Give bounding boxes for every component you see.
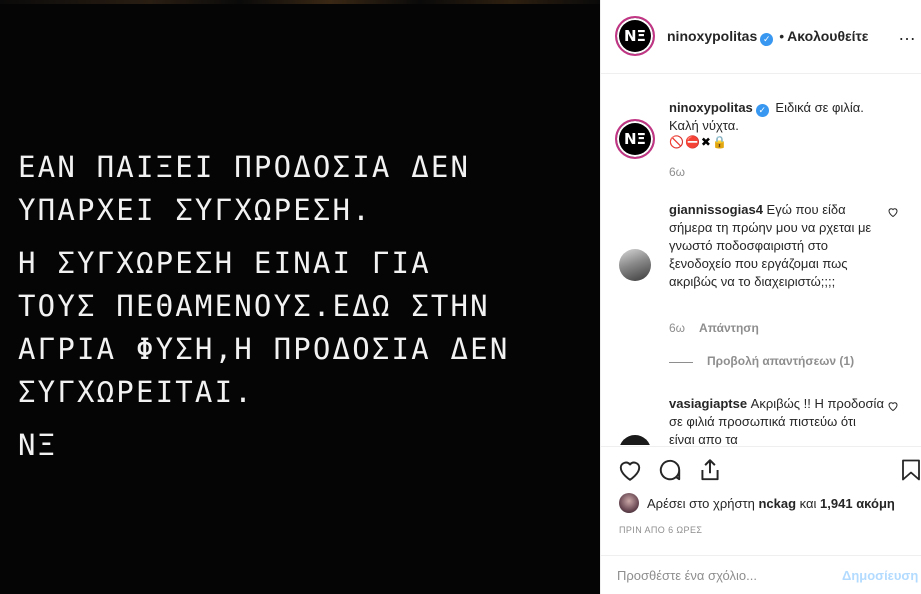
story-signature: ΝΞ (18, 428, 58, 462)
bookmark-icon[interactable] (899, 457, 921, 488)
header-username[interactable]: ninoxypolitas (667, 28, 757, 44)
comment-body: giannissogias4 Εγώ που είδα σήμερα τη πρ… (669, 201, 884, 291)
liker-username[interactable]: nckag (758, 496, 796, 511)
caption: ninoxypolitas ✓ Ειδικά σε φιλία. Καλή νύχ… (669, 99, 889, 135)
likes-text: Αρέσει στο χρήστη nckag και 1,941 ακόμη (647, 496, 895, 511)
reply-button[interactable]: Απάντηση (699, 321, 759, 335)
post-image: ΕΑΝ ΠΑΙΞΕΙ ΠΡΟΔΟΣΙΑ ΔΕΝ ΥΠΑΡΧΕΙ ΣΥΓΧΩΡΕΣ… (0, 0, 600, 594)
post-side-panel: ΝΞ ninoxypolitas ✓ • Ακολουθείτε … ΝΞ ninox… (600, 0, 921, 594)
likes-prefix: Αρέσει στο χρήστη (647, 496, 755, 511)
story-line: ΕΑΝ ΠΑΙΞΕΙ ΠΡΟΔΟΣΙΑ ΔΕΝ (18, 150, 471, 184)
post-timestamp[interactable]: ΠΡΙΝ ΑΠΟ 6 ΩΡΕΣ (619, 525, 702, 535)
header-line: ninoxypolitas ✓ • Ακολουθείτε (667, 28, 868, 46)
comment-input[interactable] (617, 564, 817, 586)
ellipsis-icon[interactable]: … (898, 24, 916, 45)
caption-username[interactable]: ninoxypolitas (669, 100, 753, 115)
comments-area[interactable]: ΝΞ ninoxypolitas ✓ Ειδικά σε φιλία. Καλή … (601, 75, 921, 445)
story-line: ΤΟΥΣ ΠΕΘΑΜΕΝΟΥΣ.ΕΔΩ ΣΤΗΝ (18, 289, 490, 323)
story-line: Η ΣΥΓΧΩΡΕΣΗ ΕΙΝΑΙ ΓΙΑ (18, 246, 431, 280)
comment-username[interactable]: giannissogias4 (669, 202, 763, 217)
heart-icon[interactable] (617, 457, 643, 488)
caption-timestamp[interactable]: 6ω (669, 165, 685, 179)
comment-username[interactable]: vasiagiaptse (669, 396, 747, 411)
separator-dot: • (779, 28, 785, 44)
caption-text-line2: Καλή νύχτα. (669, 118, 739, 133)
post-comment-button[interactable]: Δημοσίευση (842, 568, 918, 583)
comment-like-icon[interactable] (887, 206, 899, 221)
story-line: ΑΓΡΙΑ ΦΥΣΗ,Η ΠΡΟΔΟΣΙΑ ΔΕΝ (18, 332, 510, 366)
share-icon[interactable] (697, 457, 723, 488)
verified-badge-icon: ✓ (760, 33, 774, 46)
post-header: ΝΞ ninoxypolitas ✓ • Ακολουθείτε … (601, 0, 921, 74)
avatar[interactable]: ΝΞ (615, 16, 655, 56)
comment-timestamp[interactable]: 6ω (669, 321, 685, 335)
comment-body: vasiagiaptse Ακριβώς !! Η προδοσία σε φι… (669, 395, 884, 445)
liker-avatar[interactable] (619, 493, 639, 513)
story-text: ΕΑΝ ΠΑΙΞΕΙ ΠΡΟΔΟΣΙΑ ΔΕΝ ΥΠΑΡΧΕΙ ΣΥΓΧΩΡΕΣ… (18, 146, 598, 467)
add-comment-bar: Δημοσίευση (601, 555, 921, 594)
likes-count[interactable]: 1,941 ακόμη (820, 496, 895, 511)
caption-text-line1: Ειδικά σε φιλία. (775, 100, 864, 115)
caption-emojis: 🚫⛔✖🔒 (669, 135, 728, 149)
likes-middle: και (799, 496, 817, 511)
comment-bubble-icon[interactable] (657, 457, 683, 488)
story-line: ΣΥΓΧΩΡΕΙΤΑΙ. (18, 375, 254, 409)
comment-meta: 6ω Απάντηση (669, 321, 759, 335)
view-replies-line (669, 362, 693, 363)
comment-avatar[interactable] (619, 249, 651, 281)
view-replies-button[interactable]: Προβολή απαντήσεων (1) (707, 354, 854, 368)
verified-badge-icon: ✓ (755, 104, 769, 117)
story-gap (18, 232, 598, 242)
following-button[interactable]: Ακολουθείτε (787, 28, 868, 44)
story-gap (18, 414, 598, 424)
comment-avatar[interactable] (619, 435, 651, 445)
comment-like-icon[interactable] (887, 400, 899, 415)
story-line: ΥΠΑΡΧΕΙ ΣΥΓΧΩΡΕΣΗ. (18, 193, 372, 227)
image-top-strip (0, 0, 600, 4)
caption-avatar[interactable]: ΝΞ (615, 119, 655, 159)
